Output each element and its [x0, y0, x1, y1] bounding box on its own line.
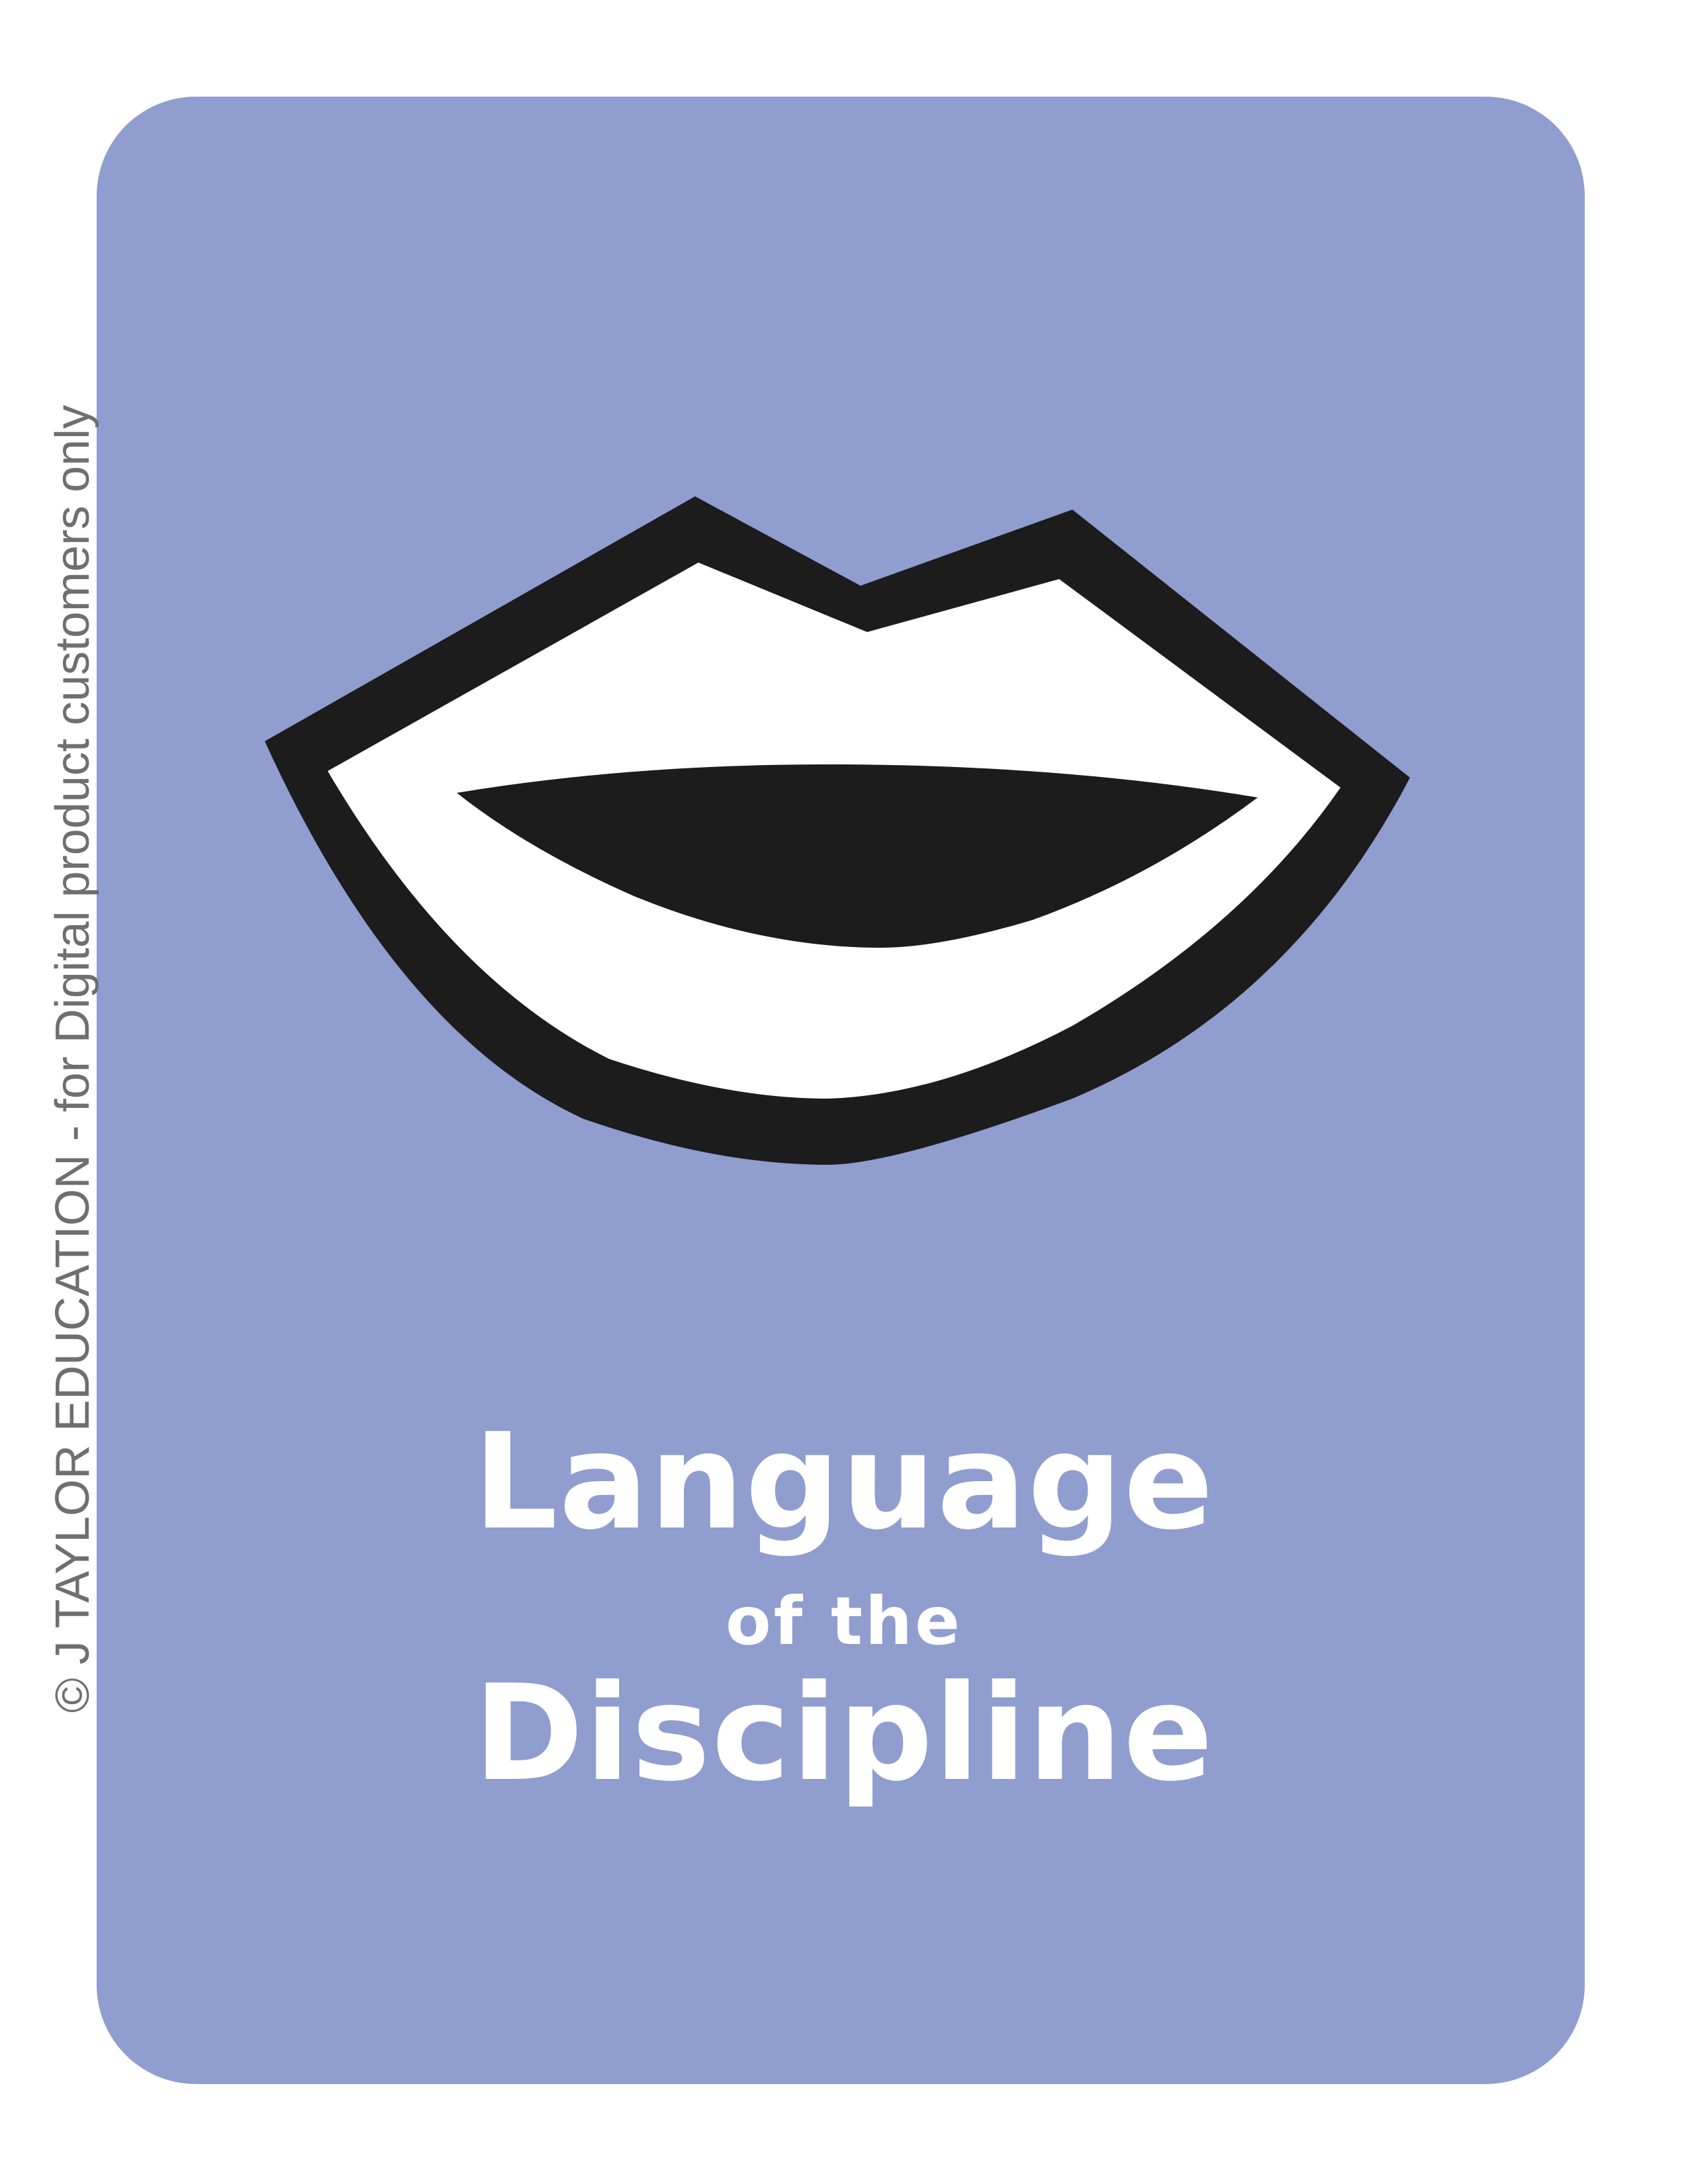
title-language: Language [473, 1405, 1215, 1559]
title-discipline: Discipline [473, 1657, 1215, 1811]
open-mouth-lips-icon [265, 496, 1410, 1165]
title-of-the: of the [726, 1582, 962, 1660]
